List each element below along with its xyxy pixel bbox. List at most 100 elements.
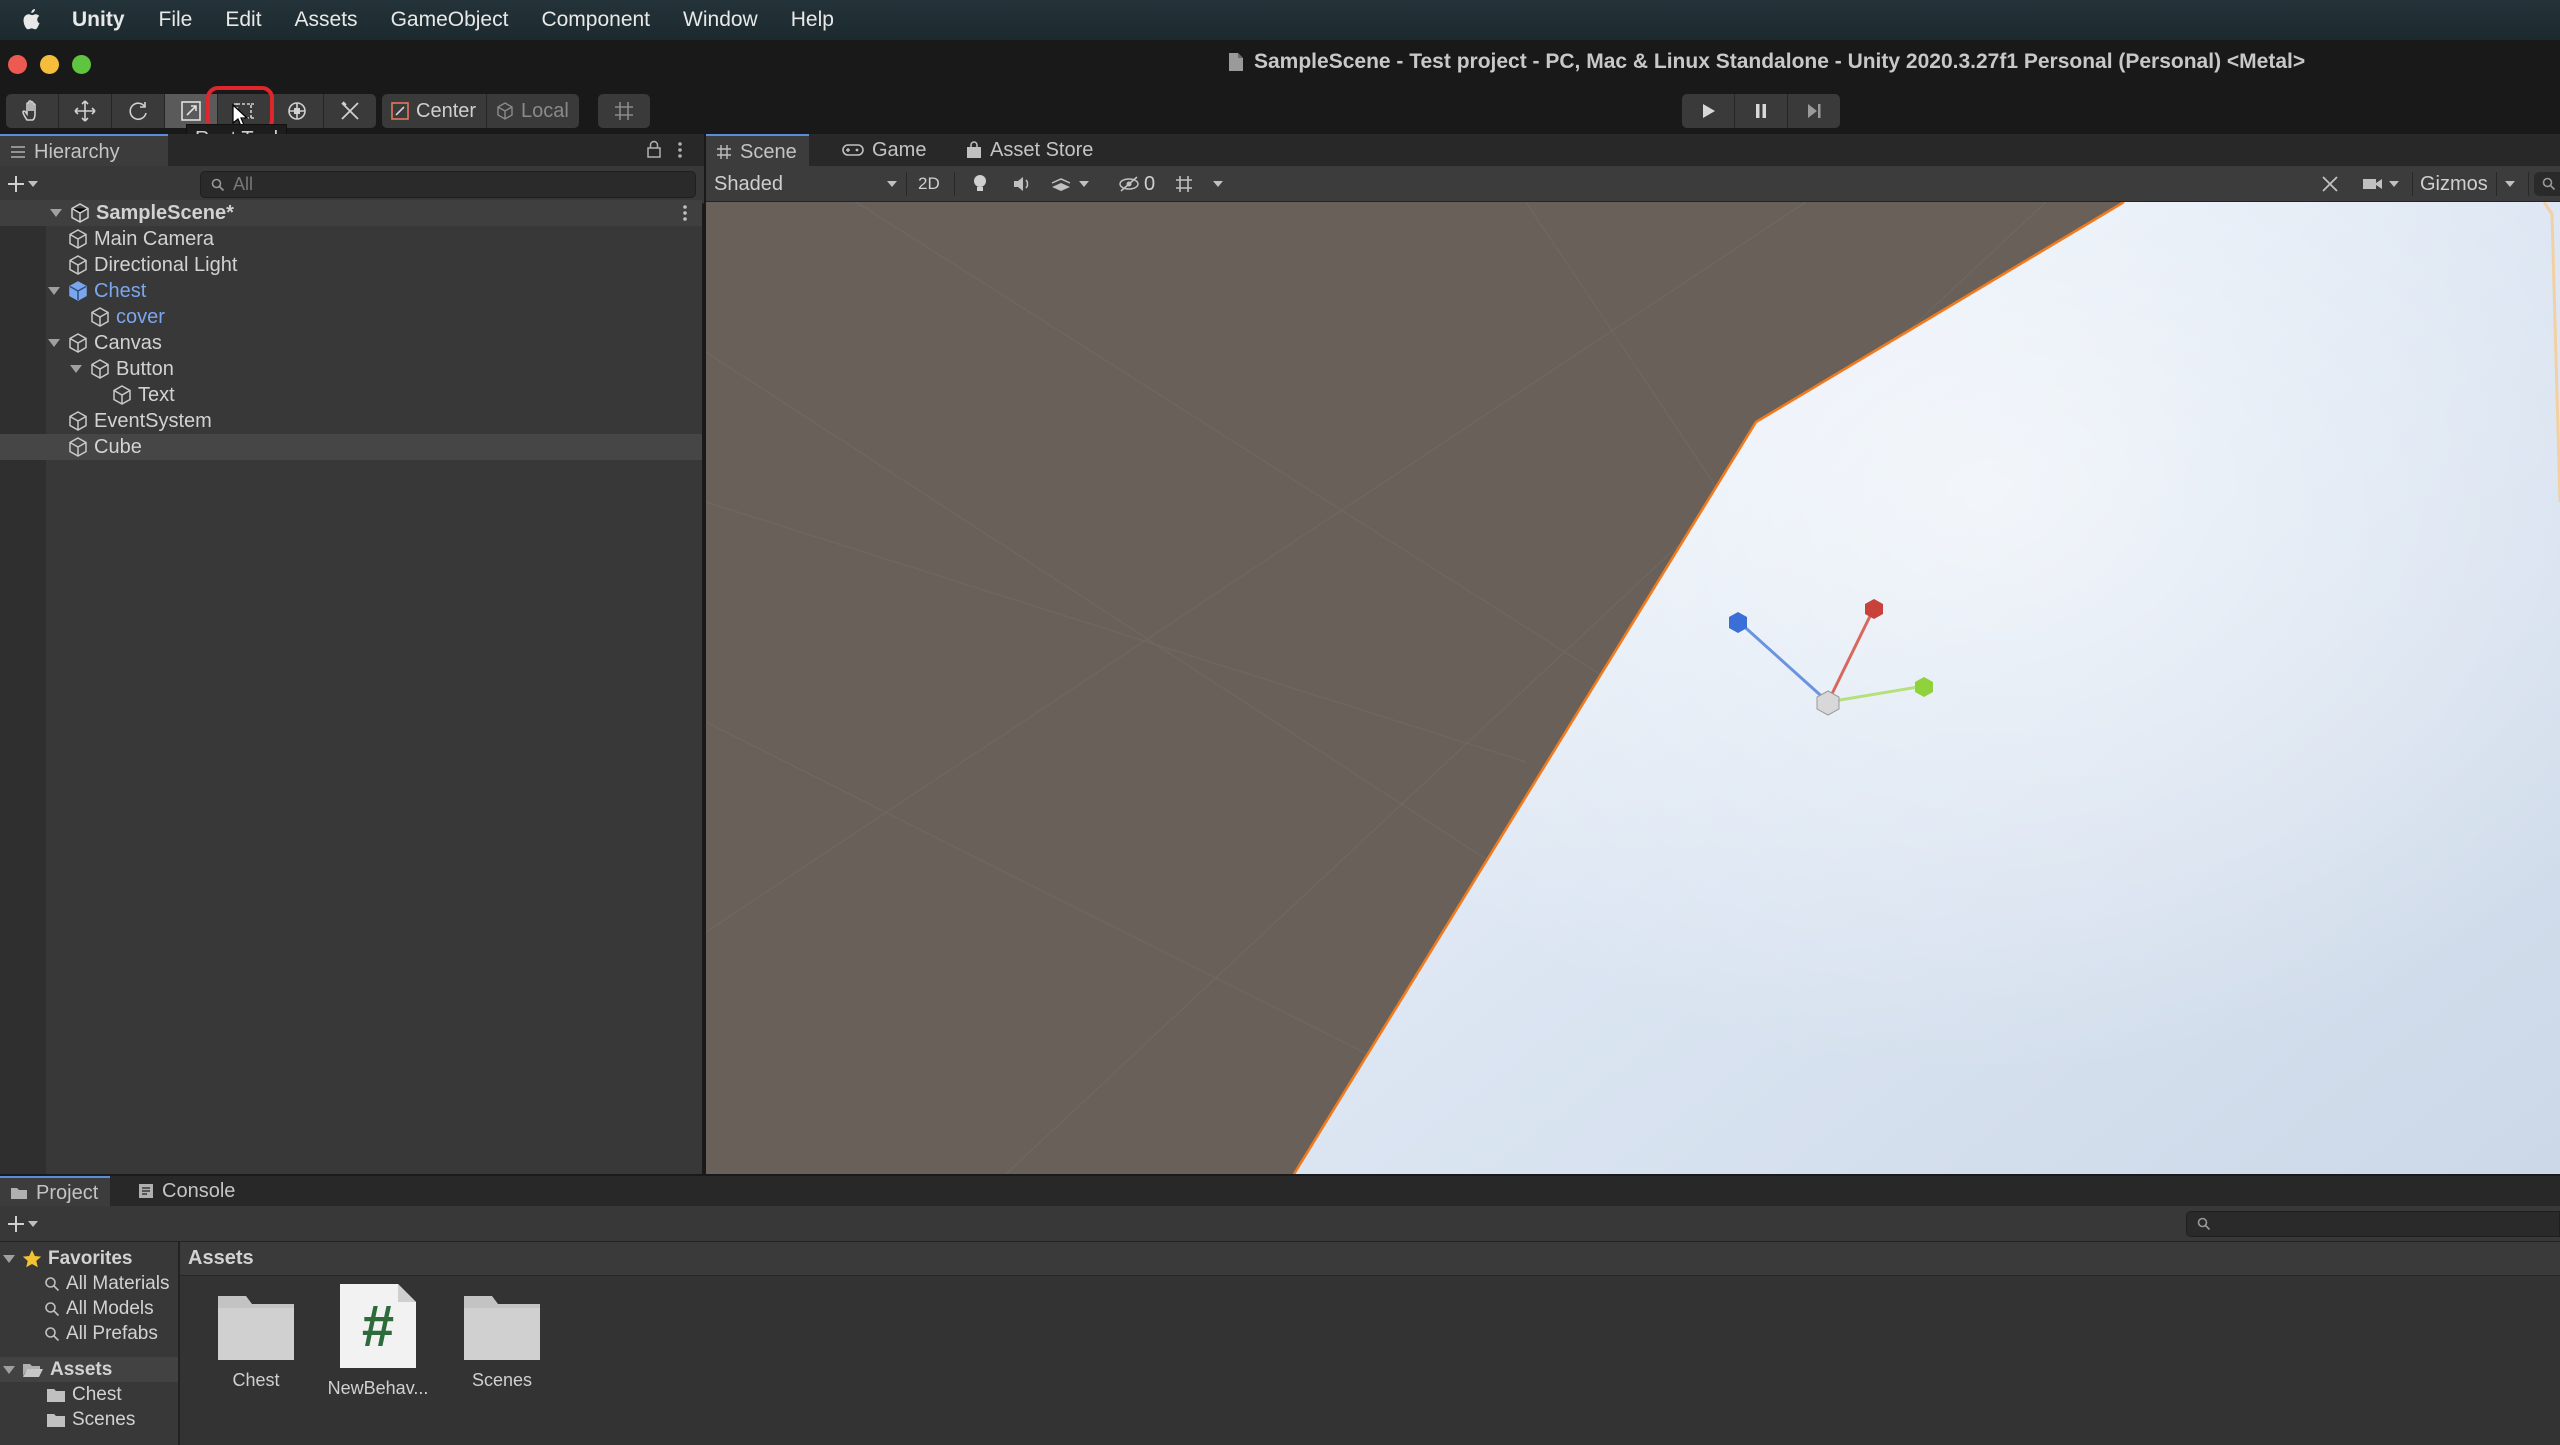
pause-button[interactable] — [1735, 94, 1788, 128]
scene-search-input[interactable] — [2534, 172, 2560, 196]
lock-icon[interactable] — [646, 140, 662, 158]
create-dropdown-button[interactable] — [6, 174, 40, 194]
menu-app-name[interactable]: Unity — [72, 8, 125, 32]
grid-snap-button[interactable] — [598, 94, 650, 128]
asset-folder-chest[interactable]: Chest — [196, 1290, 316, 1391]
grid-dropdown[interactable] — [1174, 170, 1196, 198]
prefab-cube-icon — [68, 281, 88, 301]
list-icon — [10, 145, 26, 159]
pivot-mode-button[interactable]: Center — [382, 94, 488, 128]
menu-component[interactable]: Component — [541, 8, 650, 32]
asset-folder-scenes[interactable]: Scenes — [442, 1290, 562, 1391]
minimize-window-button[interactable] — [40, 55, 59, 74]
zoom-window-button[interactable] — [72, 55, 91, 74]
asset-script-newbehaviour[interactable]: # NewBehav... — [318, 1282, 438, 1399]
pivot-rotation-button[interactable]: Local — [487, 94, 579, 128]
assets-root-label: Assets — [50, 1358, 113, 1380]
menu-assets[interactable]: Assets — [295, 8, 358, 32]
tab-asset-store[interactable]: Asset Store — [956, 134, 1105, 166]
fold-open-icon[interactable] — [46, 283, 62, 299]
hidden-count: 0 — [1144, 172, 1156, 195]
hierarchy-row[interactable]: Canvas — [0, 330, 702, 356]
gameobject-cube-icon — [90, 307, 110, 327]
hierarchy-row[interactable]: Text — [0, 382, 702, 408]
folder-icon — [462, 1290, 542, 1362]
camera-dropdown[interactable] — [2362, 170, 2400, 198]
audio-toggle[interactable] — [1012, 170, 1032, 198]
favorites-row[interactable]: Favorites — [0, 1246, 178, 1271]
project-search-input[interactable] — [2186, 1211, 2560, 1237]
pivot-toggle-group: Center Local — [382, 94, 579, 128]
fold-open-icon[interactable] — [68, 361, 84, 377]
project-panel: Project Console Favorites All Materials … — [0, 1174, 2560, 1445]
grid-options-dropdown[interactable] — [1212, 170, 1224, 198]
scene-more-icon[interactable] — [682, 203, 688, 223]
play-icon — [1699, 102, 1717, 120]
hierarchy-scene-row[interactable]: SampleScene* — [0, 200, 702, 226]
custom-tool-button[interactable] — [324, 94, 376, 128]
favorite-label: All Models — [66, 1297, 154, 1319]
draw-mode-dropdown[interactable]: Shaded — [714, 170, 904, 198]
favorite-label: All Prefabs — [66, 1322, 158, 1344]
play-button[interactable] — [1682, 94, 1735, 128]
gizmos-dropdown[interactable]: Gizmos — [2420, 170, 2488, 198]
eye-slash-icon — [1118, 175, 1140, 193]
menu-window[interactable]: Window — [683, 8, 758, 32]
tab-hierarchy-label: Hierarchy — [34, 140, 120, 163]
hierarchy-search-input[interactable]: All — [200, 171, 696, 198]
hierarchy-row[interactable]: Chest — [0, 278, 702, 304]
wrench-cross-icon — [2320, 174, 2340, 194]
move-tool-button[interactable] — [59, 94, 112, 128]
hierarchy-row[interactable]: cover — [0, 304, 702, 330]
hierarchy-row-label: Cube — [94, 435, 142, 458]
menu-help[interactable]: Help — [791, 8, 834, 32]
tab-scene[interactable]: Scene — [706, 134, 809, 168]
tab-asset-store-label: Asset Store — [990, 138, 1094, 161]
apple-menu-icon[interactable] — [20, 7, 60, 33]
hierarchy-panel: Hierarchy All SampleScene* Main Camera Di… — [0, 134, 704, 1174]
menu-gameobject[interactable]: GameObject — [391, 8, 509, 32]
close-window-button[interactable] — [8, 55, 27, 74]
project-create-button[interactable] — [6, 1214, 40, 1234]
gizmos-chevron[interactable] — [2504, 170, 2516, 198]
hierarchy-tree: SampleScene* Main Camera Directional Ligh… — [0, 200, 702, 1174]
asset-folder-label: Scenes — [72, 1408, 136, 1430]
hierarchy-row[interactable]: EventSystem — [0, 408, 702, 434]
asset-label: Scenes — [471, 1370, 533, 1390]
scene-viewport[interactable] — [706, 202, 2560, 1174]
hierarchy-row[interactable]: Button — [0, 356, 702, 382]
hierarchy-row[interactable]: Main Camera — [0, 226, 702, 252]
hand-tool-button[interactable] — [6, 94, 59, 128]
asset-label: NewBehav... — [327, 1378, 429, 1398]
hierarchy-row[interactable]: Directional Light — [0, 252, 702, 278]
console-icon — [138, 1183, 154, 1199]
tab-game[interactable]: Game — [832, 134, 938, 166]
hierarchy-row[interactable]: Cube — [0, 434, 702, 460]
scene-tools-button[interactable] — [2320, 170, 2340, 198]
breadcrumb[interactable]: Assets — [180, 1242, 2560, 1276]
tab-project[interactable]: Project — [0, 1176, 111, 1208]
more-options-icon[interactable] — [676, 140, 684, 160]
menu-file[interactable]: File — [159, 8, 193, 32]
assets-root-row[interactable]: Assets — [0, 1357, 178, 1382]
tab-console[interactable]: Console — [128, 1176, 247, 1206]
document-icon — [1228, 52, 1244, 72]
hierarchy-row-label: Text — [138, 383, 175, 406]
hidden-objects-toggle[interactable]: 0 — [1118, 170, 1155, 198]
scene-toolbar: Shaded 2D 0 Gizmos — [706, 166, 2560, 202]
tab-hierarchy[interactable]: Hierarchy — [0, 134, 168, 168]
fold-open-icon[interactable] — [46, 335, 62, 351]
rotate-tool-button[interactable] — [112, 94, 165, 128]
tab-console-label: Console — [162, 1179, 236, 1202]
search-icon — [44, 1301, 60, 1317]
hierarchy-row-label: Chest — [94, 279, 147, 302]
effects-dropdown[interactable] — [1050, 170, 1090, 198]
hierarchy-row-label: EventSystem — [94, 409, 212, 432]
lighting-toggle[interactable] — [972, 170, 988, 198]
chevron-down-icon — [2504, 179, 2516, 189]
toggle-2d-button[interactable]: 2D — [918, 170, 940, 198]
menu-edit[interactable]: Edit — [225, 8, 261, 32]
transform-tool-button[interactable] — [271, 94, 324, 128]
step-button[interactable] — [1788, 94, 1840, 128]
playback-controls — [1682, 94, 1840, 128]
